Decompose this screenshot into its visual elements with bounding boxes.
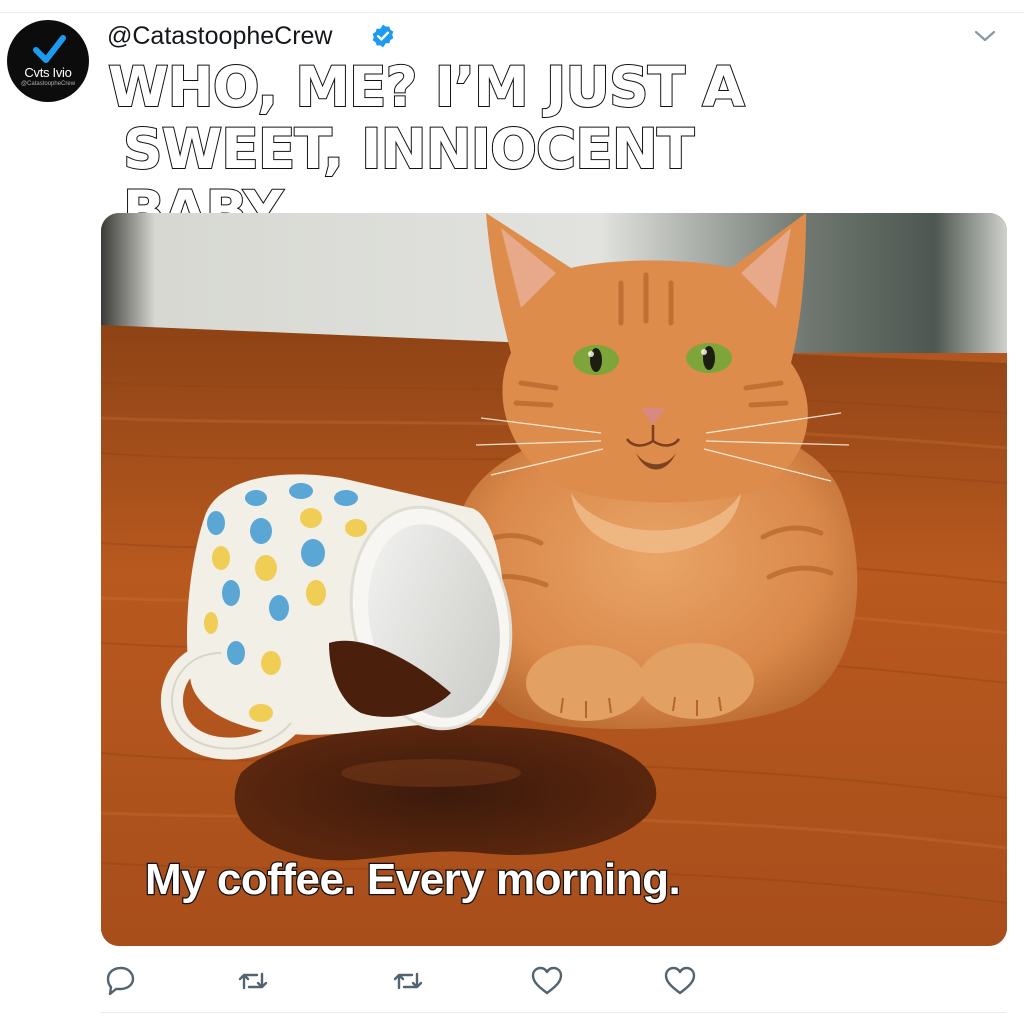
verified-badge-icon <box>372 24 394 48</box>
author-handle[interactable]: @CatastoopheCrew <box>107 22 333 51</box>
chevron-down-icon[interactable] <box>973 28 997 44</box>
reply-icon[interactable] <box>102 964 138 998</box>
image-caption: My coffee. Every morning. <box>144 854 682 906</box>
mug-figure <box>160 474 513 760</box>
cat-figure <box>451 213 858 730</box>
retweet-icon[interactable] <box>390 964 426 998</box>
avatar[interactable]: Cvts Ivio @CatastoopheCrew <box>7 20 89 102</box>
heart-icon[interactable] <box>529 964 565 998</box>
bottom-divider <box>100 1012 1006 1013</box>
checkmark-logo-icon <box>33 35 66 63</box>
cat-coffee-photo <box>101 213 1007 946</box>
avatar-subtext: @CatastoopheCrew <box>20 81 76 87</box>
avatar-name: Cvts Ivio <box>24 65 72 80</box>
tweet-photo[interactable]: My coffee. Every morning. <box>101 213 1007 946</box>
top-divider <box>0 12 1024 13</box>
retweet-icon[interactable] <box>235 964 271 998</box>
meme-top-line-1: WHO, ME? I’M JUST A <box>107 55 746 119</box>
heart-icon[interactable] <box>662 964 698 998</box>
